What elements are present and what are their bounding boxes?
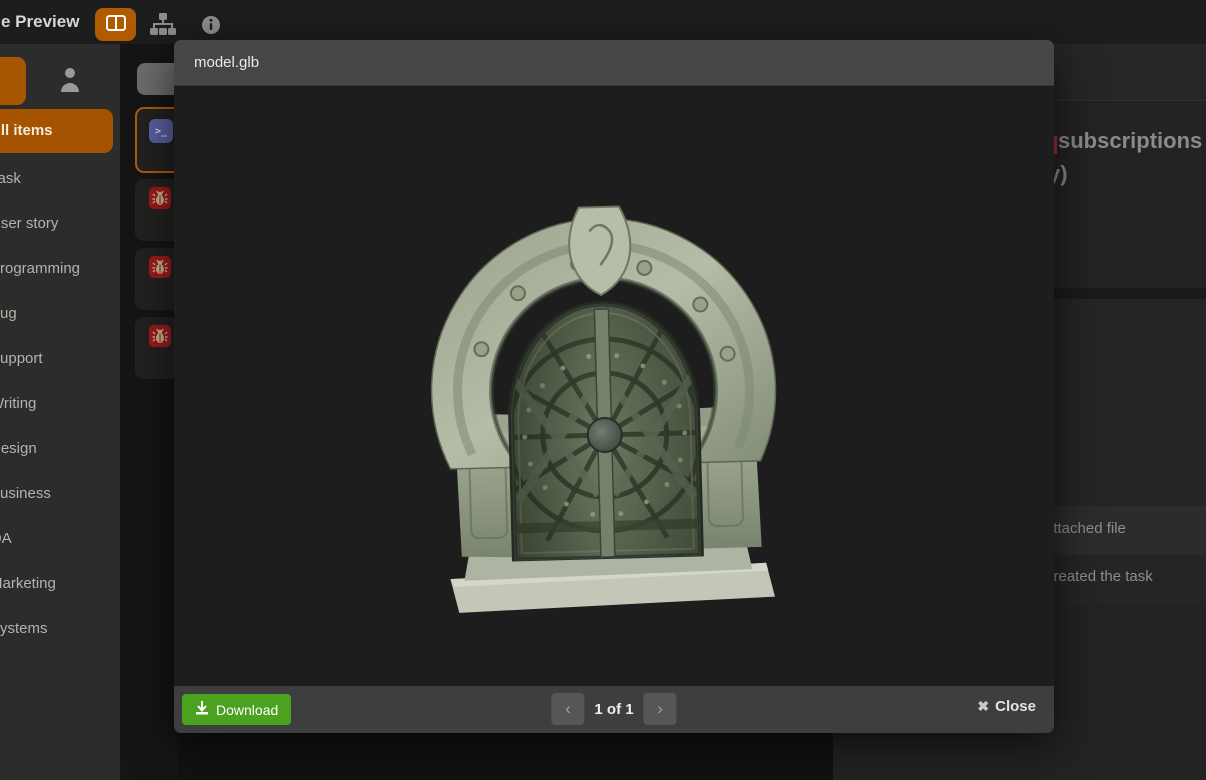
model-viewer-canvas[interactable] — [174, 86, 1054, 686]
activity-entry: created the task — [1046, 568, 1153, 585]
workspace-avatar[interactable] — [0, 57, 26, 105]
next-attachment-button[interactable]: › — [644, 693, 677, 725]
bug-icon — [149, 256, 171, 278]
attachment-pager: ‹ 1 of 1 › — [551, 693, 676, 725]
person-icon — [58, 80, 82, 95]
bug-icon — [149, 187, 171, 209]
close-icon: ✖ — [977, 698, 989, 715]
sidebar-item-writing[interactable]: Writing — [0, 395, 36, 412]
sidebar: All items Task User story Programming Bu… — [0, 44, 120, 780]
info-button[interactable] — [201, 15, 221, 38]
sitemap-view-button[interactable] — [150, 13, 176, 38]
modal-title: model.glb — [174, 40, 1054, 85]
sitemap-icon — [150, 23, 176, 38]
sidebar-item-design[interactable]: Design — [0, 440, 37, 457]
modal-header: model.glb — [174, 40, 1054, 86]
sidebar-item-qa[interactable]: QA — [0, 530, 12, 547]
chevron-right-icon: › — [657, 699, 663, 719]
columns-view-icon — [106, 15, 126, 34]
download-label: Download — [216, 702, 278, 718]
download-icon — [195, 701, 209, 718]
sidebar-item-programming[interactable]: Programming — [0, 260, 80, 277]
modal-footer: Download ‹ 1 of 1 › ✖ Close — [174, 686, 1054, 733]
chevron-left-icon: ‹ — [565, 699, 571, 719]
app-root: e Preview — [0, 0, 1206, 780]
sidebar-item-all-items[interactable]: All items — [0, 109, 113, 153]
activity-entry: attached file — [1045, 520, 1126, 537]
columns-view-button[interactable] — [95, 8, 136, 41]
sidebar-item-bug[interactable]: Bug — [0, 305, 17, 322]
pager-label: 1 of 1 — [594, 701, 633, 718]
close-button[interactable]: ✖ Close — [977, 698, 1036, 715]
sidebar-item-business[interactable]: Business — [0, 485, 51, 502]
user-button[interactable] — [58, 66, 82, 95]
sidebar-item-task[interactable]: Task — [0, 170, 21, 187]
task-card-column: >_ — [120, 44, 178, 780]
top-toolbar: e Preview — [0, 0, 1206, 44]
download-button[interactable]: Download — [182, 694, 291, 725]
subscriptions-heading-line1: subscriptions (i — [1058, 128, 1206, 154]
sidebar-item-marketing[interactable]: Marketing — [0, 575, 56, 592]
sidebar-item-systems[interactable]: Systems — [0, 620, 48, 637]
attachment-preview-modal: model.glb — [174, 40, 1054, 733]
sidebar-item-user-story[interactable]: User story — [0, 215, 58, 232]
prev-attachment-button[interactable]: ‹ — [551, 693, 584, 725]
info-icon — [201, 23, 221, 38]
sidebar-item-support[interactable]: Support — [0, 350, 43, 367]
bug-icon — [149, 325, 171, 347]
terminal-icon: >_ — [149, 119, 173, 143]
close-label: Close — [995, 698, 1036, 715]
model-3d-arch-door[interactable] — [408, 203, 800, 613]
page-title: e Preview — [1, 12, 79, 32]
